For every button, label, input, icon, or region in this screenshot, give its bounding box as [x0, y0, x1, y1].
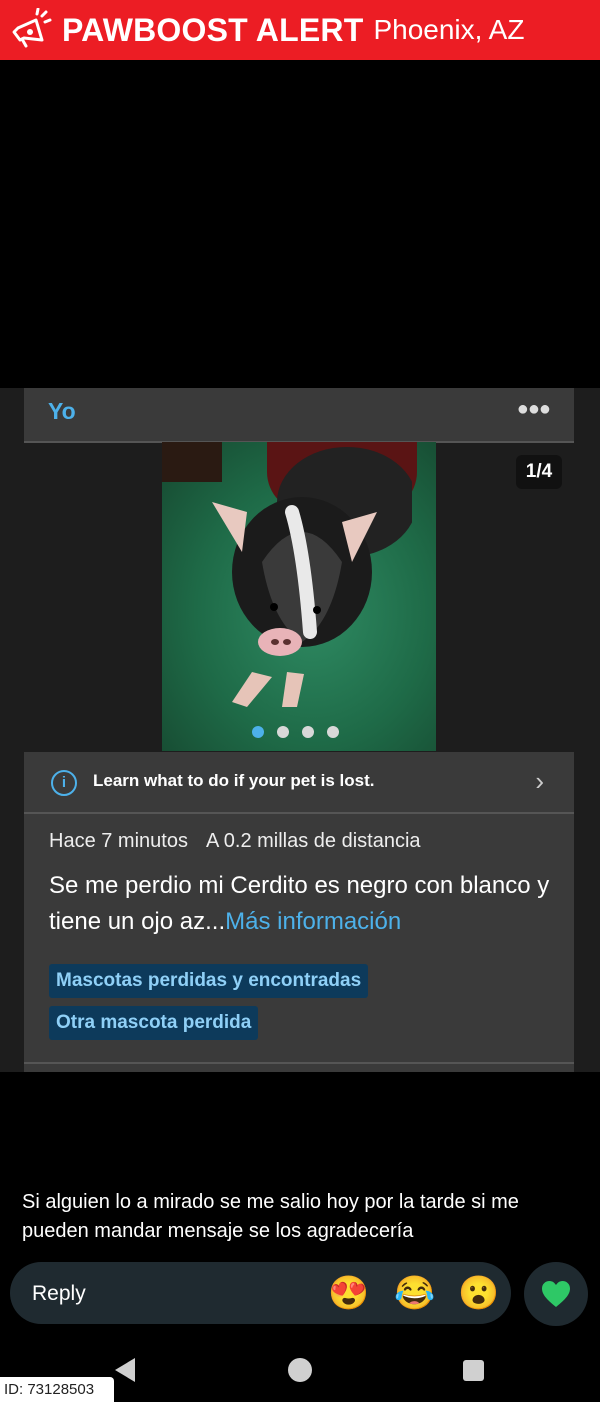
chevron-right-icon: ›	[535, 766, 544, 796]
info-icon: i	[51, 770, 77, 796]
like-button[interactable]	[524, 1262, 588, 1326]
post-distance: A 0.2 millas de distancia	[205, 830, 421, 852]
home-icon[interactable]	[288, 1358, 312, 1382]
message-text: Si alguien lo a mirado se me salio hoy p…	[22, 1191, 519, 1242]
pager-dot[interactable]	[277, 726, 289, 738]
location-label: Phoenix, AZ	[373, 14, 525, 45]
more-dots-icon[interactable]: ●●●	[517, 398, 551, 421]
divider	[24, 1062, 574, 1064]
tag-other-lost-pet[interactable]: Otra mascota perdida	[49, 1006, 259, 1040]
post-description: Se me perdio mi Cerdito es negro con bla…	[49, 868, 559, 940]
pager-dot[interactable]	[327, 726, 339, 738]
pet-photo[interactable]	[162, 442, 436, 751]
surprised-emoji-icon[interactable]: 😮	[458, 1275, 499, 1311]
megaphone-paw-icon	[12, 8, 52, 48]
learn-text: Learn what to do if your pet is lost.	[93, 771, 375, 790]
brand-title: PAWBOOST ALERT	[62, 11, 364, 48]
reply-placeholder: Reply	[32, 1282, 86, 1305]
recents-icon[interactable]	[463, 1360, 484, 1381]
photo-counter: 1/4	[516, 455, 562, 489]
learn-banner[interactable]: i Learn what to do if your pet is lost. …	[24, 752, 574, 814]
heart-icon	[542, 1281, 570, 1307]
laughing-emoji-icon[interactable]: 😂	[394, 1275, 435, 1311]
pig-image	[212, 447, 412, 707]
author-name[interactable]: Yo	[48, 398, 76, 425]
pager-dot[interactable]	[252, 726, 264, 738]
tag-lost-found[interactable]: Mascotas perdidas y encontradas	[49, 964, 369, 998]
id-label: ID: 73128503	[0, 1377, 114, 1402]
reply-input[interactable]: Reply 😍 😂 😮	[10, 1262, 511, 1324]
photo-pager[interactable]	[252, 726, 339, 738]
post-time: Hace 7 minutos	[49, 830, 188, 852]
heart-eyes-emoji-icon[interactable]: 😍	[328, 1275, 369, 1311]
pager-dot[interactable]	[302, 726, 314, 738]
post-header: Yo ●●●	[24, 388, 574, 443]
post-body: Hace 7 minutos A 0.2 millas de distancia …	[24, 814, 574, 1072]
more-info-link[interactable]: Más información	[225, 908, 401, 935]
pawboost-banner: PAWBOOST ALERT Phoenix, AZ	[0, 0, 600, 60]
post-meta: Hace 7 minutos A 0.2 millas de distancia	[49, 830, 421, 853]
back-icon[interactable]	[115, 1358, 135, 1382]
